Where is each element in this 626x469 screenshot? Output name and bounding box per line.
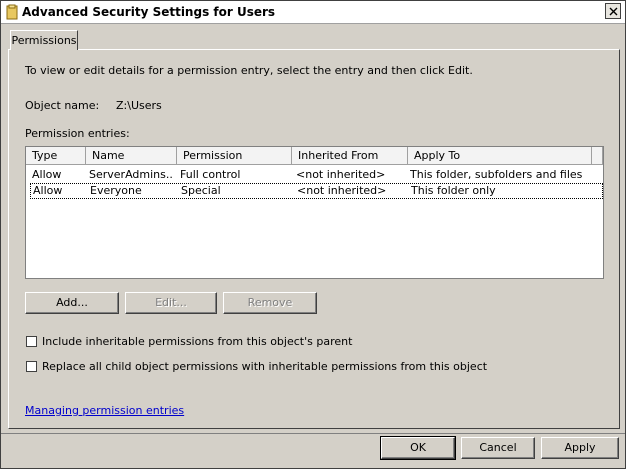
cell-name: ServerAdmins... — [89, 168, 174, 181]
replace-child-label[interactable]: Replace all child object permissions wit… — [42, 360, 487, 373]
column-header-name[interactable]: Name — [86, 147, 177, 165]
window-title: Advanced Security Settings for Users — [22, 5, 276, 19]
cell-apply-to: This folder only — [411, 184, 496, 197]
ok-button[interactable]: OK — [381, 437, 455, 459]
folder-icon — [6, 4, 18, 20]
cell-permission: Full control — [180, 168, 241, 181]
cell-type: Allow — [32, 168, 62, 181]
include-inheritable-checkbox[interactable] — [26, 336, 37, 347]
cell-name: Everyone — [90, 184, 142, 197]
object-name-value: Z:\Users — [116, 99, 162, 112]
edit-button[interactable]: Edit... — [125, 292, 217, 314]
add-button[interactable]: Add... — [25, 292, 119, 314]
column-header-permission[interactable]: Permission — [177, 147, 292, 165]
object-name-label: Object name: — [25, 99, 100, 112]
column-header-apply-to[interactable]: Apply To — [408, 147, 592, 165]
table-row[interactable]: Allow Everyone Special <not inherited> T… — [30, 183, 603, 199]
tab-label: Permissions — [11, 34, 77, 47]
cell-inherited-from: <not inherited> — [297, 184, 387, 197]
dialog-window: Advanced Security Settings for Users Per… — [0, 0, 626, 469]
cell-permission: Special — [181, 184, 221, 197]
table-row[interactable]: Allow ServerAdmins... Full control <not … — [30, 167, 603, 183]
permission-entries-label: Permission entries: — [25, 127, 130, 140]
close-icon — [609, 7, 618, 16]
managing-permission-entries-link[interactable]: Managing permission entries — [25, 404, 184, 417]
footer-divider — [1, 433, 625, 434]
close-button[interactable] — [605, 3, 621, 19]
intro-text: To view or edit details for a permission… — [25, 64, 473, 77]
include-inheritable-label[interactable]: Include inheritable permissions from thi… — [42, 335, 352, 348]
replace-child-checkbox[interactable] — [26, 361, 37, 372]
cancel-button[interactable]: Cancel — [461, 437, 535, 459]
apply-button[interactable]: Apply — [541, 437, 619, 459]
column-header-filler — [592, 147, 603, 165]
column-header-type[interactable]: Type — [26, 147, 86, 165]
cell-inherited-from: <not inherited> — [296, 168, 386, 181]
list-header: Type Name Permission Inherited From Appl… — [26, 147, 603, 165]
column-header-inherited-from[interactable]: Inherited From — [292, 147, 408, 165]
permission-entries-list[interactable]: Type Name Permission Inherited From Appl… — [25, 146, 604, 279]
remove-button[interactable]: Remove — [223, 292, 317, 314]
title-bar: Advanced Security Settings for Users — [1, 1, 625, 24]
tab-permissions[interactable]: Permissions — [10, 30, 78, 50]
cell-type: Allow — [33, 184, 63, 197]
cell-apply-to: This folder, subfolders and files — [410, 168, 583, 181]
